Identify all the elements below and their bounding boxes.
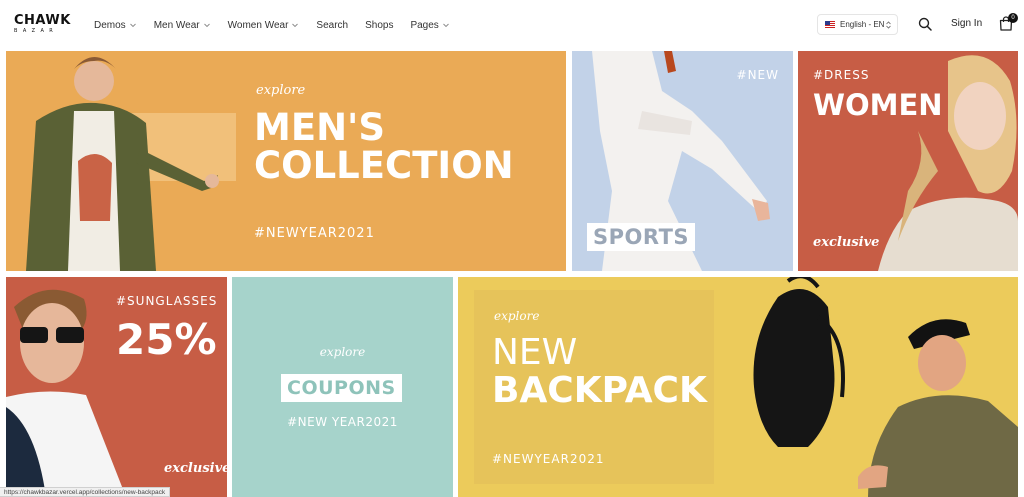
logo-subtitle: BAZAR [14,28,59,34]
chevron-down-icon [203,23,210,28]
banner-new-backpack[interactable]: explore NEW BACKPACK #NEWYEAR2021 [458,277,1018,497]
banner-tag: #NEWYEAR2021 [254,226,375,241]
banner-title-line1: NEW [492,332,578,373]
explore-label: explore [256,83,306,98]
explore-label: explore [494,309,540,323]
banner-tag: #NEWYEAR2021 [492,452,605,466]
banner-tag: #DRESS [813,68,870,82]
exclusive-label: exclusive [164,461,227,476]
banner-coupons[interactable]: explore COUPONS #NEW YEAR2021 [232,277,453,497]
banner-title-line2: COLLECTION [254,144,514,187]
exclusive-label: exclusive [813,235,880,250]
us-flag-icon [825,21,835,28]
banner-women[interactable]: #DRESS WOMEN exclusive [798,51,1018,271]
nav-item-women-wear[interactable]: Women Wear [228,17,300,33]
chevron-down-icon [129,23,136,28]
banner-title-line2: BACKPACK [492,370,707,411]
banner-title-line1: MEN'S [254,106,386,149]
nav-item-label: Men Wear [153,19,200,31]
nav-item-demos[interactable]: Demos [94,17,137,33]
coupons-label: COUPONS [281,374,402,402]
explore-label: explore [319,345,366,359]
banner-tag: #NEW [736,68,779,82]
nav-item-men-wear[interactable]: Men Wear [154,17,211,33]
search-icon[interactable] [918,17,932,31]
sports-label: SPORTS [587,223,696,251]
main-nav: Demos Men Wear Women Wear Search Shops P… [94,17,467,33]
logo-wordmark: CHAWK [14,13,71,28]
banner-tag: #SUNGLASSES [116,294,218,308]
banner-tag: #NEW YEAR2021 [287,415,398,429]
chevron-down-icon [292,23,299,28]
logo[interactable]: CHAWK BAZAR [14,13,71,34]
sign-in-button[interactable]: Sign In [951,18,982,29]
chevron-down-icon [442,23,449,28]
nav-item-label: Pages [410,19,439,31]
banner-mens-collection[interactable]: explore MEN'S COLLECTION #NEWYEAR2021 [6,51,566,271]
nav-item-pages[interactable]: Pages [410,17,449,33]
discount-percent: 25% [116,315,217,364]
language-label: English - EN [840,20,885,29]
banner-sunglasses[interactable]: #SUNGLASSES 25% exclusive [6,277,227,497]
nav-item-label: Women Wear [227,19,289,31]
nav-item-shops[interactable]: Shops [365,17,393,33]
man-with-backpack-image [753,277,1018,497]
man-in-jacket-image [26,57,236,271]
nav-item-label: Demos [94,19,126,31]
language-selector[interactable]: English - EN [817,14,898,35]
nav-item-label: Shops [365,19,394,31]
browser-status-bar: https://chawkbazar.vercel.app/collection… [0,487,171,497]
select-arrows-icon [886,21,891,29]
nav-item-search[interactable]: Search [316,17,348,33]
cart-count-badge: 0 [1008,13,1018,23]
banner-title: WOMEN [813,88,943,122]
banner-sports[interactable]: #NEW SPORTS [572,51,793,271]
site-header: CHAWK BAZAR Demos Men Wear Women Wear Se… [0,0,1024,50]
nav-item-label: Search [316,19,349,31]
